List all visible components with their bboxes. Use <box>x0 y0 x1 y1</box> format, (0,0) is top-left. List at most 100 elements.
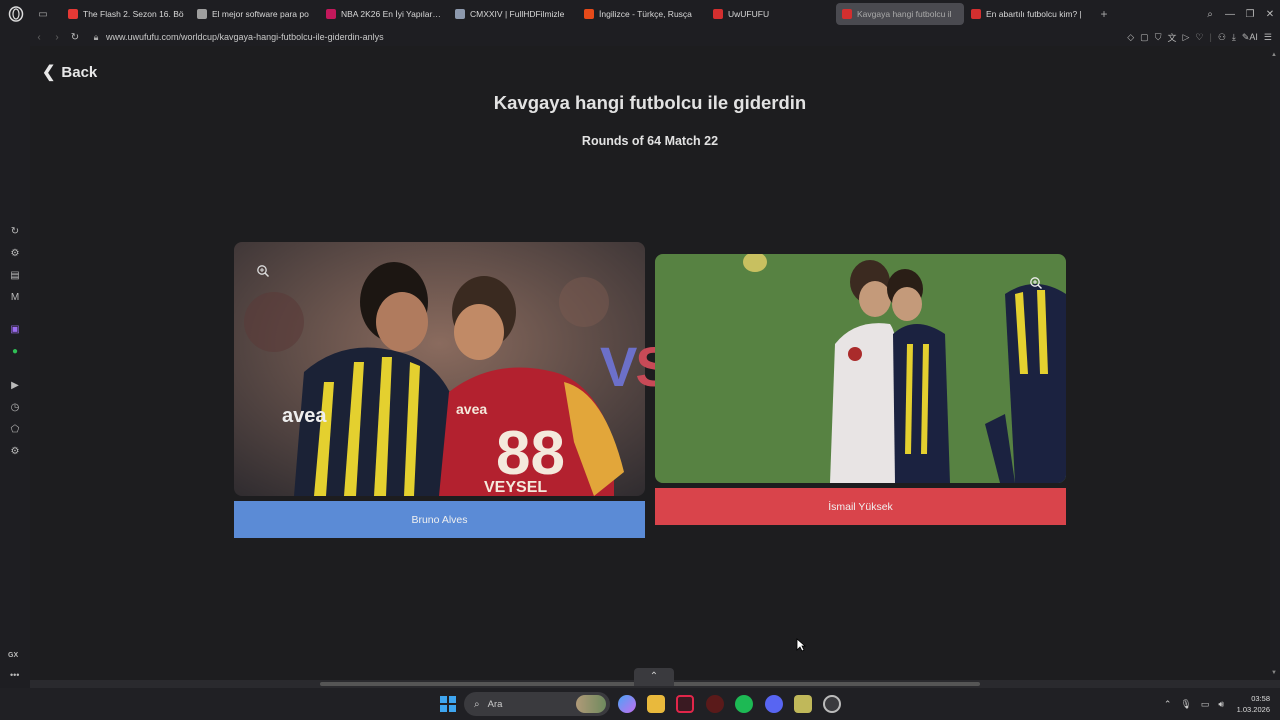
clock-icon[interactable]: ◷ <box>9 402 21 414</box>
browser-tab[interactable]: The Flash 2. Sezon 16. Bö <box>62 3 190 25</box>
spotify-icon[interactable] <box>735 695 753 713</box>
clock[interactable]: 03:58 1.03.2026 <box>1237 693 1270 715</box>
back-nav-icon[interactable]: ‹ <box>30 32 48 43</box>
svg-text:VEYSEL: VEYSEL <box>484 479 547 496</box>
notes-app-icon[interactable] <box>794 695 812 713</box>
lock-icon[interactable]: 🔒︎ <box>88 32 104 43</box>
discord-icon[interactable] <box>765 695 783 713</box>
search-highlight-icon <box>576 695 606 713</box>
mouse-cursor <box>796 638 807 657</box>
ai-icon[interactable]: ✎AI <box>1242 32 1258 43</box>
tab-label: The Flash 2. Sezon 16. Bö <box>83 9 184 19</box>
zoom-in-icon[interactable] <box>1026 273 1046 293</box>
search-icon: ⌕ <box>474 698 480 710</box>
shield-icon[interactable]: ⛉ <box>1155 32 1162 43</box>
zoom-in-icon[interactable] <box>253 261 273 281</box>
vs-letter-v: V <box>600 335 637 398</box>
news-icon[interactable]: ▤ <box>9 270 21 282</box>
translate-icon[interactable]: 文 <box>1167 31 1176 44</box>
twitch-icon[interactable]: ▣ <box>9 324 21 336</box>
svg-text:88: 88 <box>496 419 565 488</box>
tab-overview-icon[interactable]: ▭ <box>32 0 54 28</box>
file-explorer-icon[interactable] <box>647 695 665 713</box>
clock-time: 03:58 <box>1251 694 1270 703</box>
browser-tab[interactable]: El mejor software para po <box>191 3 319 25</box>
clock-date: 1.03.2026 <box>1236 705 1270 714</box>
browser-tab[interactable]: CMXXIV | FullHDFilmizle <box>449 3 577 25</box>
bookmark-icon[interactable]: ◇ <box>1127 32 1134 43</box>
tab-label: En abartılı futbolcu kim? | <box>986 9 1082 19</box>
opera-logo-icon[interactable] <box>0 0 32 28</box>
tab-label: El mejor software para po <box>212 9 309 19</box>
gx-icon[interactable]: GX <box>8 652 18 659</box>
address-bar: ‹ › ↻ 🔒︎ www.uwufufu.com/worldcup/kavgay… <box>0 28 1280 46</box>
browser-tab[interactable]: En abartılı futbolcu kim? | <box>965 3 1093 25</box>
tab-favicon-icon <box>68 9 78 19</box>
game-app-icon[interactable] <box>706 695 724 713</box>
start-button[interactable] <box>440 696 456 712</box>
chevron-up-icon[interactable]: ⌃ <box>634 668 674 686</box>
chevron-left-icon: ❮ <box>42 64 56 81</box>
forward-nav-icon[interactable]: › <box>48 32 66 43</box>
app-icon[interactable] <box>823 695 841 713</box>
opera-gx-icon[interactable] <box>676 695 694 713</box>
choice-label-right: İsmail Yüksek <box>828 500 893 513</box>
search-tabs-icon[interactable]: ⌕ <box>1200 9 1220 20</box>
tab-favicon-icon <box>971 9 981 19</box>
whatsapp-icon[interactable]: ● <box>9 346 21 358</box>
play-icon[interactable]: ▷ <box>1182 32 1189 43</box>
system-tray: ⌃ 🎙︎ ▭ 🔊︎ <box>1164 688 1224 720</box>
browser-sidebar: ↻ ⚙ ▤ M ▣ ● ▶ ◷ ⬠ ⚙ GX ••• <box>0 46 30 688</box>
left-choice-image[interactable]: avea 88 VEYSEL avea <box>234 242 645 496</box>
browser-tab[interactable]: UwUFUFU <box>707 3 835 25</box>
heart-icon[interactable]: ♡ <box>1195 32 1203 43</box>
player-icon[interactable]: ▶ <box>9 380 21 392</box>
page-title: Kavgaya hangi futbolcu ile giderdin <box>493 92 807 113</box>
tab-label: UwUFUFU <box>728 9 770 19</box>
browser-tab[interactable]: Kavgaya hangi futbolcu il <box>836 3 964 25</box>
choice-button-right[interactable]: İsmail Yüksek <box>655 488 1066 525</box>
right-choice-image[interactable] <box>655 254 1066 483</box>
copilot-icon[interactable] <box>618 695 636 713</box>
tab-favicon-icon <box>326 9 336 19</box>
settings-gear-icon[interactable]: ⚙ <box>9 446 21 458</box>
back-label: Back <box>61 63 98 81</box>
music-icon[interactable]: M <box>9 292 21 304</box>
back-button[interactable]: ❮ Back <box>42 62 97 82</box>
choice-button-left[interactable]: Bruno Alves <box>234 501 645 538</box>
windows-taskbar: ⌕ Ara ⌃ 🎙︎ ▭ 🔊︎ 03:58 1.03.2026 <box>0 688 1280 720</box>
account-icon[interactable]: ⚇ <box>1218 32 1226 43</box>
tab-label: Kavgaya hangi futbolcu il <box>857 9 952 19</box>
gamepad-icon[interactable]: ⚙ <box>9 248 21 260</box>
monitor-icon[interactable]: ▭ <box>1201 699 1210 710</box>
web-page: ❮ Back Kavgaya hangi futbolcu ile giderd… <box>30 46 1270 680</box>
menu-icon[interactable]: ☰ <box>1264 32 1272 43</box>
microphone-icon[interactable]: 🎙︎ <box>1180 699 1191 710</box>
round-info: Rounds of 64 Match 22 <box>581 134 719 148</box>
search-placeholder: Ara <box>487 698 503 710</box>
minimize-button[interactable]: — <box>1220 9 1240 20</box>
tray-chevron-icon[interactable]: ⌃ <box>1164 699 1172 710</box>
browser-tab-bar: ▭ The Flash 2. Sezon 16. Bö El mejor soft… <box>0 0 1280 28</box>
extensions-icon[interactable]: ⬠ <box>9 424 21 436</box>
browser-tab[interactable]: NBA 2K26 En İyi Yapılar: P <box>320 3 448 25</box>
left-photo: avea 88 VEYSEL avea <box>234 242 645 496</box>
close-window-button[interactable]: ✕ <box>1260 9 1280 20</box>
vertical-scrollbar[interactable]: ▲ ▼ <box>1270 46 1280 680</box>
snapshot-icon[interactable]: ▢ <box>1140 32 1149 43</box>
volume-icon[interactable]: 🔊︎ <box>1218 699 1224 710</box>
new-tab-button[interactable]: + <box>1094 7 1114 21</box>
download-icon[interactable]: ⤓ <box>1232 32 1236 43</box>
history-refresh-icon[interactable]: ↻ <box>9 226 21 238</box>
restore-button[interactable]: ❐ <box>1240 9 1260 20</box>
tab-favicon-icon <box>842 9 852 19</box>
browser-tab[interactable]: İngilizce - Türkçe, Rusça <box>578 3 706 25</box>
tab-label: CMXXIV | FullHDFilmizle <box>470 9 565 19</box>
right-photo <box>655 254 1066 483</box>
more-icon[interactable]: ••• <box>10 670 19 680</box>
taskbar-search[interactable]: ⌕ Ara <box>464 692 610 716</box>
choice-label-left: Bruno Alves <box>411 513 468 526</box>
reload-icon[interactable]: ↻ <box>66 32 84 43</box>
url-field[interactable]: www.uwufufu.com/worldcup/kavgaya-hangi-f… <box>106 32 384 42</box>
tab-favicon-icon <box>197 9 207 19</box>
